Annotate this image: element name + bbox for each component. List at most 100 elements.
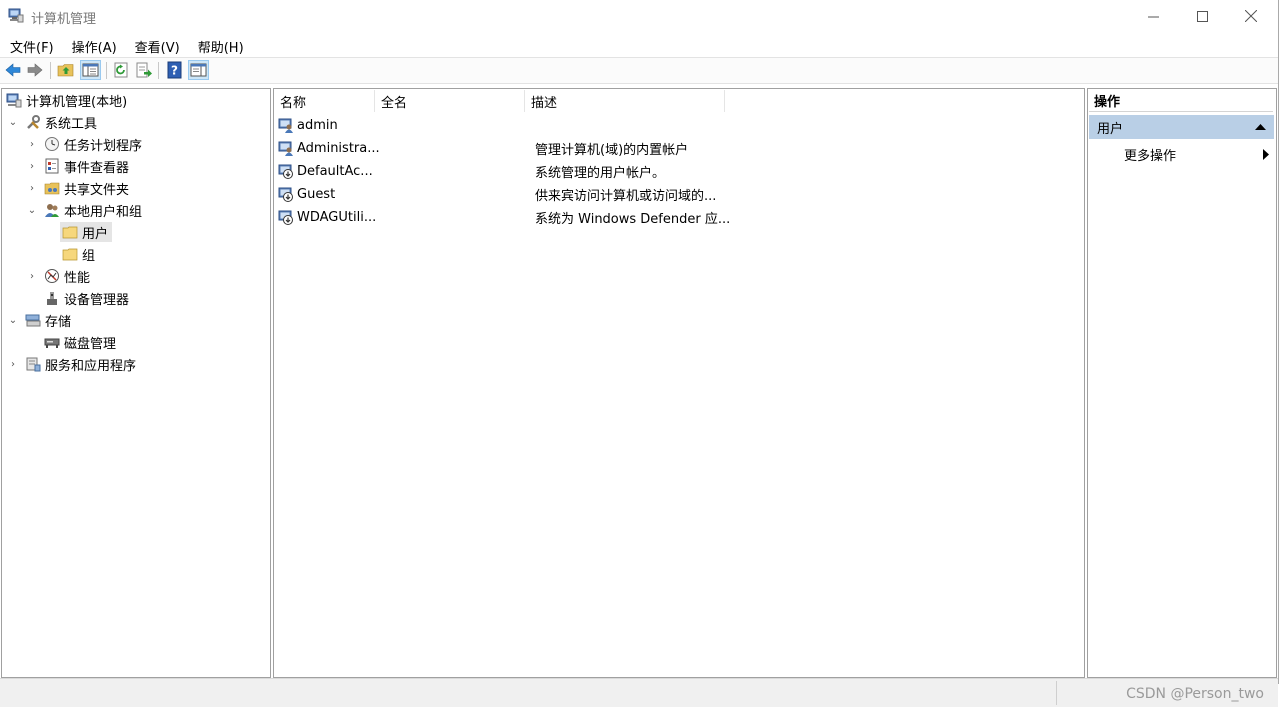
tree-item-disk-management[interactable]: 磁盘管理 (44, 331, 116, 353)
event-viewer-icon (45, 158, 59, 174)
title-bar[interactable]: 计算机管理 (0, 0, 1278, 32)
performance-icon (45, 269, 59, 283)
minimize-button[interactable] (1129, 0, 1177, 32)
chevron-right-icon[interactable]: › (27, 139, 37, 150)
tree-label: 存储 (45, 314, 72, 330)
chevron-right-icon[interactable]: › (8, 359, 18, 370)
menu-view[interactable]: 查看(V) (125, 34, 188, 56)
tree-item-performance[interactable]: 性能 (44, 265, 90, 287)
list-row-user[interactable]: Guest 供来宾访问计算机或访问域的... (278, 183, 1078, 205)
tree-item-local-users-groups[interactable]: 本地用户和组 (44, 199, 142, 221)
users-group-icon (45, 204, 59, 217)
status-divider (1056, 681, 1057, 705)
watermark-text: CSDN @Person_two (1126, 686, 1264, 702)
user-name: admin (297, 117, 338, 133)
list-row-user[interactable]: DefaultAc... 系统管理的用户帐户。 (278, 160, 1078, 182)
storage-icon (25, 314, 41, 327)
column-header-description[interactable]: 描述 (525, 90, 725, 112)
tree-item-storage[interactable]: 存储 (25, 309, 71, 331)
actions-group-users[interactable]: 用户 (1089, 115, 1274, 139)
show-hide-action-pane-button[interactable] (188, 60, 209, 80)
tree-label: 事件查看器 (64, 160, 130, 176)
status-bar: CSDN @Person_two (0, 678, 1278, 707)
computer-management-icon (6, 93, 22, 108)
list-row-user[interactable]: admin (278, 114, 338, 136)
toolbar-separator (50, 62, 51, 79)
tree-item-event-viewer[interactable]: 事件查看器 (44, 155, 129, 177)
tree-item-system-tools[interactable]: 系统工具 (25, 111, 97, 133)
export-list-icon[interactable] (135, 61, 153, 79)
user-description: 系统为 Windows Defender 应... (535, 211, 731, 227)
tree-item-services-apps[interactable]: 服务和应用程序 (25, 353, 136, 375)
menu-file[interactable]: 文件(F) (0, 34, 62, 56)
chevron-right-icon[interactable]: › (27, 183, 37, 194)
column-header-full-name[interactable]: 全名 (375, 90, 525, 112)
tree-label: 计算机管理(本地) (26, 94, 128, 110)
tree-label: 组 (82, 248, 96, 264)
tree-item-root[interactable]: 计算机管理(本地) (6, 89, 127, 111)
list-row-user[interactable]: Administra... 管理计算机(域)的内置帐户 (278, 137, 1078, 159)
refresh-icon[interactable] (112, 61, 130, 79)
toolbar-separator (158, 62, 159, 79)
back-arrow-icon[interactable] (4, 61, 22, 79)
tree-label: 用户 (82, 226, 109, 242)
maximize-icon (1196, 10, 1208, 22)
user-description: 管理计算机(域)的内置帐户 (535, 142, 689, 158)
menu-help[interactable]: 帮助(H) (188, 34, 252, 56)
show-hide-tree-button[interactable] (80, 60, 101, 80)
user-name: DefaultAc... (297, 163, 373, 179)
forward-arrow-icon[interactable] (26, 61, 44, 79)
tools-icon (27, 115, 40, 129)
list-row-user[interactable]: WDAGUtili... 系统为 Windows Defender 应... (278, 206, 1078, 228)
services-icon (26, 357, 41, 372)
chevron-down-icon[interactable]: ⌄ (8, 117, 18, 128)
actions-group-label: 用户 (1097, 121, 1124, 137)
selected-highlight: 用户 (60, 222, 113, 242)
tree-label: 设备管理器 (64, 292, 130, 308)
user-account-icon (278, 118, 293, 133)
show-hide-action-pane-icon (190, 63, 207, 77)
maximize-button[interactable] (1178, 0, 1226, 32)
device-manager-icon (47, 292, 57, 305)
tree-item-task-scheduler[interactable]: 任务计划程序 (44, 133, 142, 155)
menu-action[interactable]: 操作(A) (62, 34, 125, 56)
tree-item-users[interactable]: 用户 (60, 221, 113, 243)
user-account-icon (278, 141, 293, 156)
more-actions-label: 更多操作 (1124, 148, 1177, 164)
folder-icon (62, 226, 78, 239)
user-name: WDAGUtili... (297, 209, 377, 225)
more-actions-item[interactable]: 更多操作 (1124, 143, 1272, 165)
actions-header: 操作 (1089, 90, 1273, 112)
submenu-arrow-icon (1263, 149, 1269, 160)
chevron-right-icon[interactable]: › (27, 271, 37, 282)
user-name: Administra... (297, 140, 380, 156)
console-tree: 计算机管理(本地) ⌄ 系统工具 › 任务计划程序 › 事件查看器 › 共享文件… (1, 88, 271, 678)
up-folder-icon[interactable] (57, 61, 75, 79)
user-name: Guest (297, 186, 336, 202)
computer-management-window: 计算机管理 文件(F) 操作(A) 查看(V) 帮助(H) ? 计算机管理(本地… (0, 0, 1279, 707)
toolbar: ? (0, 57, 1278, 84)
clock-icon (45, 137, 59, 151)
menu-bar: 文件(F) 操作(A) 查看(V) 帮助(H) (0, 34, 252, 56)
tree-label: 共享文件夹 (64, 182, 130, 198)
tree-item-shared-folders[interactable]: 共享文件夹 (44, 177, 129, 199)
chevron-right-icon[interactable]: › (27, 161, 37, 172)
shared-folder-icon (44, 182, 60, 195)
chevron-down-icon[interactable]: ⌄ (8, 315, 18, 326)
minimize-icon (1147, 16, 1159, 17)
column-header-name[interactable]: 名称 (274, 90, 375, 112)
collapse-triangle-icon[interactable] (1255, 123, 1266, 131)
actions-pane: 操作 用户 更多操作 (1087, 88, 1277, 678)
user-description: 供来宾访问计算机或访问域的... (535, 188, 717, 204)
chevron-down-icon[interactable]: ⌄ (27, 205, 37, 216)
close-button[interactable] (1227, 0, 1275, 32)
disabled-user-icon (278, 187, 293, 202)
tree-item-groups[interactable]: 组 (62, 243, 95, 265)
window-title: 计算机管理 (31, 12, 97, 27)
users-list-view: 名称 全名 描述 admin Administra... 管理计算机(域)的内置… (273, 88, 1085, 678)
tree-label: 服务和应用程序 (45, 358, 137, 374)
disabled-user-icon (278, 210, 293, 225)
help-icon[interactable]: ? (166, 61, 184, 79)
tree-item-device-manager[interactable]: 设备管理器 (44, 287, 129, 309)
computer-management-icon (8, 8, 24, 23)
